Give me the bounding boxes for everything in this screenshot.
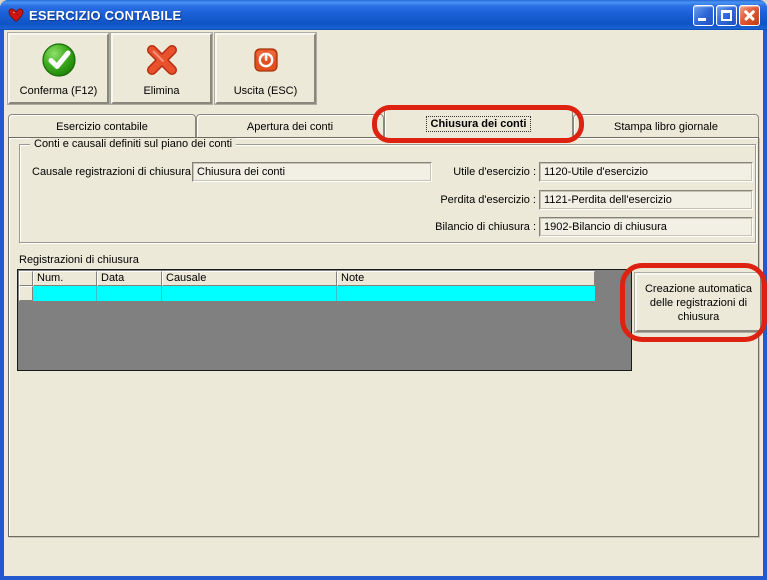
delete-button-label: Elimina bbox=[143, 85, 180, 97]
registrations-section-label: Registrazioni di chiusura bbox=[19, 254, 139, 266]
app-window: ESERCIZIO CONTABILE Conferma (F12) Elimi… bbox=[0, 0, 767, 580]
column-header-data[interactable]: Data bbox=[97, 271, 162, 286]
maximize-icon bbox=[721, 10, 732, 21]
registrations-grid[interactable]: Num. Data Causale Note bbox=[17, 269, 632, 371]
delete-x-icon bbox=[146, 45, 177, 75]
exit-button-label: Uscita (ESC) bbox=[233, 85, 298, 97]
create-closing-registrations-button[interactable]: Creazione automatica delle registrazioni… bbox=[634, 272, 763, 333]
tab-label: Stampa libro giornale bbox=[614, 120, 718, 133]
cell-data[interactable] bbox=[97, 286, 162, 301]
tab-label: Apertura dei conti bbox=[246, 120, 334, 133]
bilancio-chiusura-input[interactable] bbox=[539, 217, 753, 237]
tab-label: Esercizio contabile bbox=[56, 120, 148, 133]
cell-num[interactable] bbox=[33, 286, 97, 301]
column-header-note[interactable]: Note bbox=[337, 271, 595, 286]
causale-chiusura-label: Causale registrazioni di chiusura : bbox=[32, 166, 198, 178]
minimize-icon bbox=[698, 18, 706, 21]
tab-apertura-dei-conti[interactable]: Apertura dei conti bbox=[196, 114, 384, 138]
confirm-button[interactable]: Conferma (F12) bbox=[7, 32, 110, 105]
tab-chiusura-dei-conti[interactable]: Chiusura dei conti bbox=[384, 108, 573, 138]
client-area: Conferma (F12) Elimina Uscita (ESC) Eser… bbox=[4, 30, 767, 576]
column-header-causale[interactable]: Causale bbox=[162, 271, 337, 286]
table-row-selected[interactable] bbox=[19, 286, 595, 301]
exit-button[interactable]: Uscita (ESC) bbox=[214, 32, 317, 105]
cell-causale[interactable] bbox=[162, 286, 337, 301]
confirm-check-icon bbox=[41, 43, 76, 77]
row-selector-cell[interactable] bbox=[19, 286, 33, 301]
grid-header-row: Num. Data Causale Note bbox=[19, 271, 595, 286]
column-header-num[interactable]: Num. bbox=[33, 271, 97, 286]
accounts-groupbox: Conti e causali definiti sul piano dei c… bbox=[19, 138, 756, 243]
grid-selector-header bbox=[19, 271, 33, 286]
perdita-esercizio-label: Perdita d'esercizio : bbox=[440, 194, 536, 206]
strawberry-app-icon bbox=[8, 8, 24, 23]
tab-stampa-libro-giornale[interactable]: Stampa libro giornale bbox=[573, 114, 759, 138]
tab-label: Chiusura dei conti bbox=[425, 115, 532, 132]
minimize-button[interactable] bbox=[693, 5, 714, 26]
confirm-button-label: Conferma (F12) bbox=[19, 85, 98, 97]
tab-esercizio-contabile[interactable]: Esercizio contabile bbox=[8, 114, 196, 138]
tab-panel-chiusura: Conti e causali definiti sul piano dei c… bbox=[8, 137, 767, 537]
utile-esercizio-label: Utile d'esercizio : bbox=[453, 166, 536, 178]
close-button[interactable] bbox=[739, 5, 760, 26]
cell-note[interactable] bbox=[337, 286, 595, 301]
maximize-button[interactable] bbox=[716, 5, 737, 26]
delete-button[interactable]: Elimina bbox=[110, 32, 213, 105]
exit-power-icon bbox=[253, 48, 278, 72]
perdita-esercizio-input[interactable] bbox=[539, 190, 753, 210]
titlebar[interactable]: ESERCIZIO CONTABILE bbox=[0, 0, 767, 30]
utile-esercizio-input[interactable] bbox=[539, 162, 753, 182]
groupbox-title: Conti e causali definiti sul piano dei c… bbox=[30, 138, 237, 150]
window-title: ESERCIZIO CONTABILE bbox=[29, 7, 182, 23]
bilancio-chiusura-label: Bilancio di chiusura : bbox=[435, 221, 536, 233]
